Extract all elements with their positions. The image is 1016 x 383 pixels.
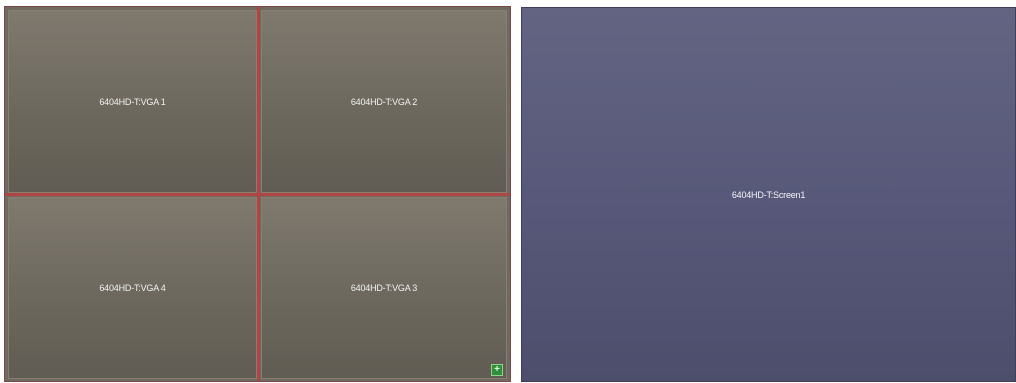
vga-2-tile[interactable]: 6404HD-T:VGA 2	[261, 10, 507, 193]
screen1-label: 6404HD-T:Screen1	[731, 189, 806, 200]
horizontal-divider	[5, 193, 510, 196]
vga-4-label: 6404HD-T:VGA 4	[99, 283, 166, 293]
vga-3-label: 6404HD-T:VGA 3	[350, 283, 418, 293]
vga-1-tile[interactable]: 6404HD-T:VGA 1	[8, 10, 257, 193]
vga-4-tile[interactable]: 6404HD-T:VGA 4	[8, 197, 257, 379]
screen1-panel[interactable]: 6404HD-T:Screen1	[521, 7, 1016, 382]
video-wall-panel: 6404HD-T:VGA 1 6404HD-T:VGA 2 6404HD-T:V…	[4, 6, 511, 382]
plus-symbol: +	[494, 364, 500, 375]
vga-3-tile[interactable]: 6404HD-T:VGA 3	[261, 197, 507, 379]
vga-1-label: 6404HD-T:VGA 1	[99, 96, 166, 107]
vga-2-label: 6404HD-T:VGA 2	[350, 96, 418, 107]
plus-square-icon[interactable]: +	[491, 364, 503, 376]
